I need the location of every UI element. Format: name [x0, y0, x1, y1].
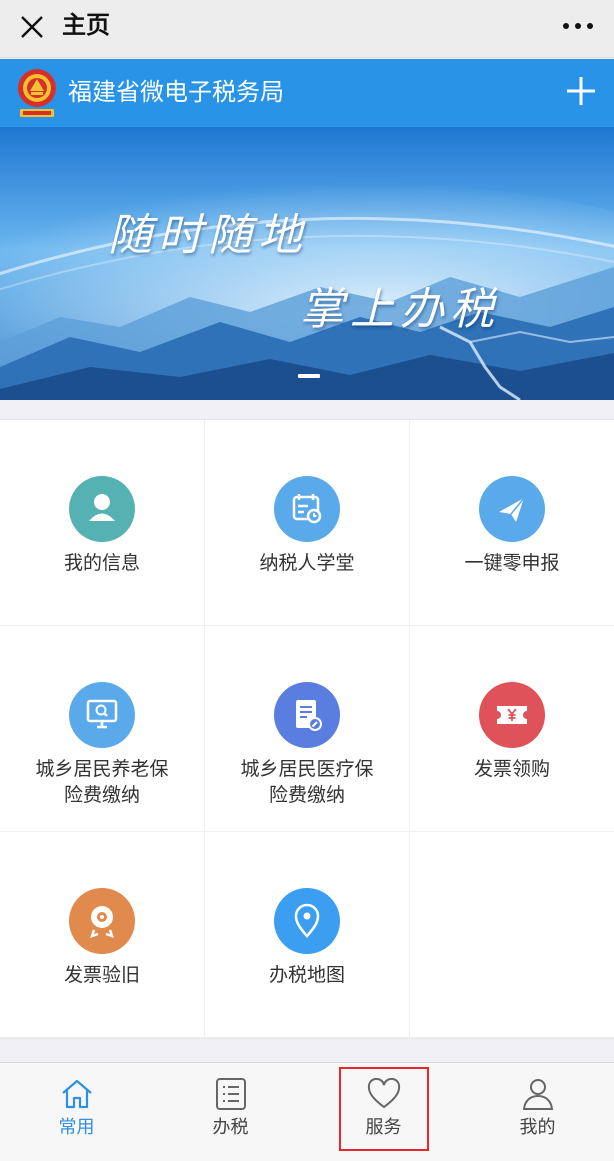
service-tax-map[interactable]: 办税地图	[205, 832, 410, 1038]
banner-mountain-illustration	[0, 127, 614, 400]
yen-ticket-icon	[479, 682, 545, 748]
service-label: 城乡居民养老保 险费缴纳	[35, 758, 169, 806]
selection-highlight-box	[339, 1067, 429, 1151]
tab-label: 常用	[58, 1117, 95, 1138]
service-pension-insurance[interactable]: 城乡居民养老保 险费缴纳	[0, 626, 205, 832]
service-invoice-verification[interactable]: 发票验旧	[0, 832, 205, 1038]
user-icon	[69, 476, 135, 542]
empty-grid-cell	[410, 832, 614, 1038]
person-icon	[522, 1079, 553, 1110]
promo-banner[interactable]: 随时随地 掌上办税	[0, 127, 614, 400]
tab-mine[interactable]: 我的	[461, 1063, 614, 1161]
app-header: 福建省微电子税务局	[0, 59, 614, 127]
banner-page-indicator	[298, 374, 320, 378]
close-icon[interactable]	[16, 11, 48, 43]
tab-tax-handling[interactable]: 办税	[154, 1063, 307, 1161]
window-title: 主页	[62, 11, 110, 39]
paper-plane-icon	[479, 476, 545, 542]
service-my-info[interactable]: 我的信息	[0, 420, 205, 626]
banner-slogan-line1: 随时随地	[108, 210, 308, 261]
banner-slogan-line2: 掌上办税	[300, 284, 500, 335]
home-icon	[61, 1079, 92, 1109]
service-zero-declaration[interactable]: 一键零申报	[410, 420, 614, 626]
monitor-search-icon	[69, 682, 135, 748]
document-edit-icon	[274, 682, 340, 748]
service-medical-insurance[interactable]: 城乡居民医疗保 险费缴纳	[205, 626, 410, 832]
service-label: 我的信息	[63, 552, 140, 574]
service-label: 城乡居民医疗保 险费缴纳	[240, 758, 374, 806]
list-icon	[215, 1078, 246, 1110]
service-label: 发票领购	[473, 758, 550, 780]
service-invoice-purchase[interactable]: 发票领购	[410, 626, 614, 832]
service-grid: 我的信息 纳税人学堂 一键零申报 城乡居民养老保 险费缴纳 城乡居民医疗保 险费…	[0, 419, 614, 1039]
window-titlebar: 主页	[0, 0, 614, 58]
tab-common[interactable]: 常用	[0, 1063, 153, 1161]
plus-icon[interactable]	[564, 74, 598, 108]
calendar-clock-icon	[274, 476, 340, 542]
service-label: 发票验旧	[63, 964, 140, 986]
tax-emblem-icon	[18, 69, 56, 117]
bottom-tab-bar: 常用 办税 服务 我的	[0, 1062, 614, 1161]
service-label: 一键零申报	[464, 552, 560, 574]
service-label: 纳税人学堂	[259, 552, 355, 574]
seal-stamp-icon	[69, 888, 135, 954]
more-options-icon[interactable]	[560, 14, 596, 38]
app-title: 福建省微电子税务局	[68, 78, 284, 106]
service-label: 办税地图	[268, 964, 345, 986]
tab-label: 办税	[212, 1117, 249, 1138]
service-taxpayer-school[interactable]: 纳税人学堂	[205, 420, 410, 626]
tab-label: 我的	[519, 1117, 556, 1138]
map-pin-icon	[274, 888, 340, 954]
